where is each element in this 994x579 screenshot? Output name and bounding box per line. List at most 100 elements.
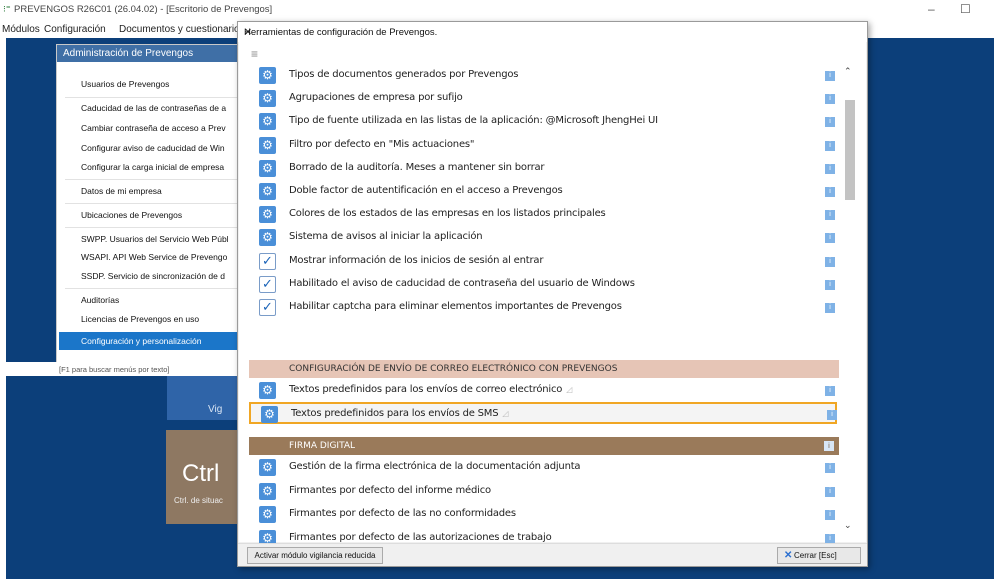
gear-icon: ⚙ — [259, 229, 276, 246]
gear-icon: ⚙ — [259, 483, 276, 500]
config-row-label: Firmantes por defecto del informe médico — [289, 485, 491, 496]
info-icon[interactable]: i — [825, 463, 835, 473]
config-row[interactable]: ⚙ Borrado de la auditoría. Meses a manten… — [249, 158, 837, 180]
gear-icon: ⚙ — [259, 137, 276, 154]
cerrar-button[interactable]: ✕ Cerrar [Esc] — [777, 547, 861, 564]
dialog-close-icon[interactable]: ✕ — [244, 27, 252, 38]
info-icon[interactable]: i — [825, 386, 835, 396]
admin-menu-item[interactable]: Configurar aviso de caducidad de Win — [81, 143, 245, 153]
config-row-label: Doble factor de autentificación en el ac… — [289, 185, 563, 196]
config-row[interactable]: ⚙ Textos predefinidos para los envíos de … — [249, 380, 837, 402]
admin-menu-item[interactable]: Usuarios de Prevengos — [81, 79, 245, 89]
admin-menu-item-selected[interactable]: Configuración y personalización — [59, 332, 245, 350]
admin-menu-item[interactable]: Auditorías — [81, 295, 245, 305]
config-row[interactable]: ⚙ Sistema de avisos al iniciar la aplicac… — [249, 227, 837, 249]
menu-documentos[interactable]: Documentos y cuestionarios — [119, 24, 245, 35]
info-icon[interactable]: i — [825, 94, 835, 104]
config-tools-dialog: Herramientas de configuración de Preveng… — [237, 21, 868, 567]
ctrl-tile-title: Ctrl — [182, 460, 220, 487]
info-icon[interactable]: i — [825, 117, 835, 127]
maximize-button[interactable]: ☐ — [960, 2, 971, 16]
admin-menu-item[interactable]: SSDP. Servicio de sincronización de d — [81, 271, 245, 281]
admin-menu-item[interactable]: Cambiar contraseña de acceso a Prev — [81, 123, 245, 133]
config-row[interactable]: ⚙ Colores de los estados de las empresas … — [249, 204, 837, 226]
menu-search-hint: [F1 para buscar menús por texto] — [3, 362, 243, 376]
hamburger-menu-icon[interactable]: ≡ — [251, 47, 258, 61]
note-icon: ◿ — [502, 409, 509, 418]
checkbox-checked-icon[interactable]: ✓ — [259, 299, 276, 316]
config-row[interactable]: ⚙ Firmantes por defecto de las no conform… — [249, 504, 837, 526]
section-header-email: CONFIGURACIÓN DE ENVÍO DE CORREO ELECTRÓ… — [249, 360, 839, 378]
vertical-scrollbar[interactable]: ⌃ ⌄ — [843, 66, 857, 536]
scroll-up-icon[interactable]: ⌃ — [844, 66, 852, 77]
info-icon[interactable]: i — [825, 164, 835, 174]
info-icon[interactable]: i — [825, 210, 835, 220]
config-row-label: Filtro por defecto en "Mis actuaciones" — [289, 139, 475, 150]
info-icon[interactable]: i — [825, 71, 835, 81]
menu-modulos[interactable]: Módulos — [2, 24, 40, 35]
config-row[interactable]: ⚙ Tipo de fuente utilizada en las listas … — [249, 111, 837, 133]
info-icon[interactable]: i — [825, 233, 835, 243]
config-row[interactable]: ⚙ Gestión de la firma electrónica de la d… — [249, 457, 837, 479]
admin-menu-item[interactable]: WSAPI. API Web Service de Prevengo — [81, 252, 245, 262]
gear-icon: ⚙ — [259, 382, 276, 399]
config-row[interactable]: ✓ Mostrar información de los inicios de s… — [249, 251, 837, 273]
gear-icon: ⚙ — [259, 506, 276, 523]
admin-menu-item[interactable]: Configurar la carga inicial de empresa — [81, 162, 245, 172]
gear-icon: ⚙ — [259, 113, 276, 130]
config-row-label: Habilitar captcha para eliminar elemento… — [289, 301, 622, 312]
checkbox-checked-icon[interactable]: ✓ — [259, 253, 276, 270]
admin-menu-item[interactable]: Caducidad de las de contraseñas de a — [81, 103, 245, 113]
info-icon[interactable]: i — [825, 510, 835, 520]
info-icon[interactable]: i — [825, 280, 835, 290]
admin-menu-item[interactable]: Datos de mi empresa — [81, 186, 245, 196]
config-row[interactable]: ⚙ Filtro por defecto en "Mis actuaciones"… — [249, 135, 837, 157]
info-icon[interactable]: i — [825, 141, 835, 151]
note-icon: ◿ — [566, 385, 573, 394]
config-row-label: Textos predefinidos para los envíos de S… — [291, 408, 509, 419]
dialog-content: ≡ ⚙ Tipos de documentos generados por Pre… — [239, 42, 866, 547]
config-row-label: Gestión de la firma electrónica de la do… — [289, 461, 581, 472]
admin-menu-item[interactable]: Licencias de Prevengos en uso — [81, 314, 245, 324]
config-row[interactable]: ⚙ Doble factor de autentificación en el a… — [249, 181, 837, 203]
scroll-down-icon[interactable]: ⌄ — [844, 520, 852, 531]
config-row-label: Textos predefinidos para los envíos de c… — [289, 384, 573, 395]
config-row-label: Borrado de la auditoría. Meses a mantene… — [289, 162, 545, 173]
config-row[interactable]: ⚙ Firmantes por defecto del informe médic… — [249, 481, 837, 503]
menu-configuracion[interactable]: Configuración — [44, 24, 106, 35]
divider — [65, 203, 245, 204]
window-title: PREVENGOS R26C01 (26.04.02) - [Escritori… — [14, 4, 273, 15]
info-icon[interactable]: i — [827, 410, 837, 420]
config-row-label: Tipo de fuente utilizada en las listas d… — [289, 115, 658, 126]
gear-icon: ⚙ — [259, 183, 276, 200]
gear-icon: ⚙ — [259, 67, 276, 84]
minimize-button[interactable]: – — [928, 2, 935, 16]
info-icon[interactable]: i — [825, 303, 835, 313]
config-row-label: Colores de los estados de las empresas e… — [289, 208, 606, 219]
activar-vigilancia-button[interactable]: Activar módulo vigilancia reducida — [247, 547, 383, 564]
config-row-label: Firmantes por defecto de las no conformi… — [289, 508, 516, 519]
info-icon[interactable]: i — [825, 187, 835, 197]
config-row[interactable]: ✓ Habilitar captcha para eliminar element… — [249, 297, 837, 319]
admin-menu-panel: Administración de Prevengos Usuarios de … — [3, 44, 246, 376]
divider — [65, 288, 245, 289]
ctrl-tile-subtitle: Ctrl. de situac — [174, 496, 223, 505]
divider — [65, 97, 245, 98]
config-row[interactable]: ⚙ Agrupaciones de empresa por sufijo i — [249, 88, 837, 110]
admin-menu-item[interactable]: Ubicaciones de Prevengos — [81, 210, 245, 220]
gear-icon: ⚙ — [259, 90, 276, 107]
checkbox-checked-icon[interactable]: ✓ — [259, 276, 276, 293]
info-icon[interactable]: i — [825, 487, 835, 497]
config-row[interactable]: ⚙ Textos predefinidos para los envíos de … — [249, 402, 837, 424]
config-row-label: Habilitado el aviso de caducidad de cont… — [289, 278, 635, 289]
section-header-firma: FIRMA DIGITAL i — [249, 437, 839, 455]
info-icon[interactable]: i — [825, 257, 835, 267]
config-row-label: Agrupaciones de empresa por sufijo — [289, 92, 463, 103]
dialog-titlebar: Herramientas de configuración de Preveng… — [238, 22, 867, 42]
vigilancia-tile-label: Vig — [208, 404, 223, 415]
scrollbar-thumb[interactable] — [845, 100, 855, 200]
config-row[interactable]: ✓ Habilitado el aviso de caducidad de con… — [249, 274, 837, 296]
config-row[interactable]: ⚙ Tipos de documentos generados por Preve… — [249, 65, 837, 87]
info-icon[interactable]: i — [824, 441, 834, 451]
admin-menu-item[interactable]: SWPP. Usuarios del Servicio Web Públ — [81, 234, 245, 244]
